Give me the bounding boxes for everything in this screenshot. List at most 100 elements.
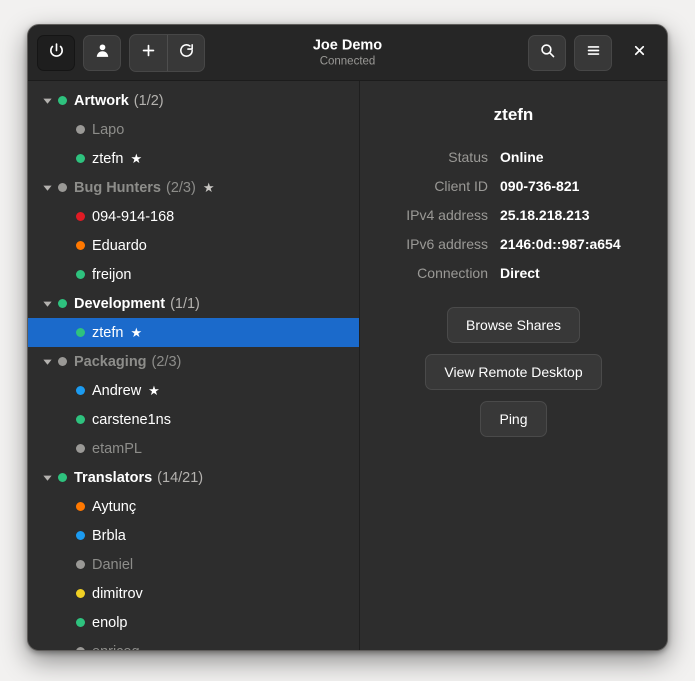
contact-row[interactable]: Lapo bbox=[28, 115, 359, 144]
status-dot-offline bbox=[76, 647, 85, 650]
detail-panel: ztefn Status Online Client ID 090-736-821 IP… bbox=[360, 81, 667, 650]
detail-properties: Status Online Client ID 090-736-821 IPv4 add… bbox=[380, 149, 647, 281]
chevron-down-icon[interactable] bbox=[36, 95, 58, 106]
property-row: Client ID 090-736-821 bbox=[380, 178, 647, 194]
group-member-count: (1/1) bbox=[170, 295, 200, 312]
status-dot-online bbox=[58, 96, 67, 105]
contact-row[interactable]: etamPL bbox=[28, 434, 359, 463]
property-row: IPv4 address 25.18.218.213 bbox=[380, 207, 647, 223]
contact-name: enricog bbox=[92, 644, 140, 651]
favorite-star-icon: ★ bbox=[148, 383, 160, 398]
contact-name: Aytunç bbox=[92, 498, 137, 515]
contact-list[interactable]: Artwork (1/2) Lapo ztefn ★ Bug Hunters (2/3) ★ 0… bbox=[28, 81, 360, 650]
action-ping-button[interactable]: Ping bbox=[480, 401, 547, 437]
contact-row[interactable]: Daniel bbox=[28, 550, 359, 579]
status-dot-busy bbox=[76, 212, 85, 221]
property-value: Direct bbox=[500, 265, 540, 281]
search-button[interactable] bbox=[528, 34, 566, 71]
favorite-star-icon: ★ bbox=[202, 180, 215, 195]
property-label: Status bbox=[448, 149, 488, 165]
content-area: Artwork (1/2) Lapo ztefn ★ Bug Hunters (2/3) ★ 0… bbox=[28, 81, 667, 650]
property-label: IPv6 address bbox=[406, 236, 488, 252]
detail-actions: Browse Shares View Remote Desktop Ping bbox=[380, 307, 647, 437]
group-name: Development bbox=[74, 295, 166, 312]
status-dot-away bbox=[76, 502, 85, 511]
status-dot-away bbox=[76, 241, 85, 250]
status-dot-online bbox=[76, 618, 85, 627]
contact-row[interactable]: enricog bbox=[28, 637, 359, 650]
contact-name: Andrew bbox=[92, 382, 142, 399]
group-row[interactable]: Development (1/1) bbox=[28, 289, 359, 318]
close-button[interactable] bbox=[620, 35, 658, 71]
group-member-count: (1/2) bbox=[133, 92, 164, 109]
group-member-count: (14/21) bbox=[157, 469, 204, 486]
property-row: IPv6 address 2146:0d::987:a654 bbox=[380, 236, 647, 252]
group-row[interactable]: Bug Hunters (2/3) ★ bbox=[28, 173, 359, 202]
status-dot-offline bbox=[76, 125, 85, 134]
contact-row[interactable]: Eduardo bbox=[28, 231, 359, 260]
chevron-down-icon[interactable] bbox=[36, 298, 58, 309]
status-dot-online bbox=[76, 270, 85, 279]
property-value: 090-736-821 bbox=[500, 178, 580, 194]
group-name: Packaging bbox=[74, 353, 147, 370]
property-row: Status Online bbox=[380, 149, 647, 165]
add-button[interactable] bbox=[130, 35, 167, 71]
property-value: 25.18.218.213 bbox=[500, 207, 590, 223]
person-icon bbox=[94, 42, 111, 64]
contact-row[interactable]: carstene1ns bbox=[28, 405, 359, 434]
contact-name: Daniel bbox=[92, 556, 134, 573]
add-refresh-group bbox=[129, 33, 205, 72]
contact-row[interactable]: 094-914-168 bbox=[28, 202, 359, 231]
status-dot-online bbox=[76, 328, 85, 337]
contact-name: dimitrov bbox=[92, 585, 143, 602]
contact-row[interactable]: ztefn ★ bbox=[28, 144, 359, 173]
group-row[interactable]: Translators (14/21) bbox=[28, 463, 359, 492]
contact-row[interactable]: enolp bbox=[28, 608, 359, 637]
contact-row[interactable]: Aytunç bbox=[28, 492, 359, 521]
chevron-down-icon[interactable] bbox=[36, 182, 58, 193]
group-name: Artwork bbox=[74, 92, 129, 109]
contact-name: carstene1ns bbox=[92, 411, 171, 428]
status-dot-offline bbox=[76, 444, 85, 453]
contact-name: etamPL bbox=[92, 440, 142, 457]
app-window: Joe Demo Connected Artwork (1/2) Lapo zt… bbox=[27, 24, 668, 651]
contact-row[interactable]: dimitrov bbox=[28, 579, 359, 608]
contact-name: freijon bbox=[92, 266, 132, 283]
action-browse-shares-button[interactable]: Browse Shares bbox=[447, 307, 580, 343]
property-value: 2146:0d::987:a654 bbox=[500, 236, 621, 252]
detail-title: ztefn bbox=[493, 105, 534, 124]
menu-button[interactable] bbox=[574, 34, 612, 71]
property-label: IPv4 address bbox=[406, 207, 488, 223]
status-dot-offline bbox=[58, 357, 67, 366]
contact-name: enolp bbox=[92, 614, 128, 631]
account-button[interactable] bbox=[83, 34, 121, 71]
property-label: Client ID bbox=[434, 178, 488, 194]
status-dot-offline bbox=[58, 183, 67, 192]
status-dot-blue bbox=[76, 386, 85, 395]
action-view-remote-desktop-button[interactable]: View Remote Desktop bbox=[425, 354, 602, 390]
group-member-count: (2/3) bbox=[166, 179, 196, 196]
chevron-down-icon[interactable] bbox=[36, 356, 58, 367]
refresh-button[interactable] bbox=[167, 34, 204, 71]
header-left-controls bbox=[37, 33, 205, 72]
group-name: Bug Hunters bbox=[74, 179, 161, 196]
contact-row-selected[interactable]: ztefn ★ bbox=[28, 318, 359, 347]
property-value: Online bbox=[500, 149, 544, 165]
favorite-star-icon: ★ bbox=[130, 151, 143, 166]
contact-name: 094-914-168 bbox=[92, 208, 175, 225]
group-row[interactable]: Artwork (1/2) bbox=[28, 86, 359, 115]
contact-row[interactable]: Brbla bbox=[28, 521, 359, 550]
contact-row[interactable]: Andrew ★ bbox=[28, 376, 359, 405]
group-row[interactable]: Packaging (2/3) bbox=[28, 347, 359, 376]
status-dot-online bbox=[76, 154, 85, 163]
power-button[interactable] bbox=[37, 34, 75, 71]
power-icon bbox=[48, 42, 65, 64]
contact-name: Eduardo bbox=[92, 237, 147, 254]
status-dot-online bbox=[58, 299, 67, 308]
group-member-count: (2/3) bbox=[151, 353, 182, 370]
status-dot-blue bbox=[76, 531, 85, 540]
contact-row[interactable]: freijon bbox=[28, 260, 359, 289]
hamburger-menu-icon bbox=[585, 42, 602, 64]
contact-name: Brbla bbox=[92, 527, 126, 544]
chevron-down-icon[interactable] bbox=[36, 472, 58, 483]
